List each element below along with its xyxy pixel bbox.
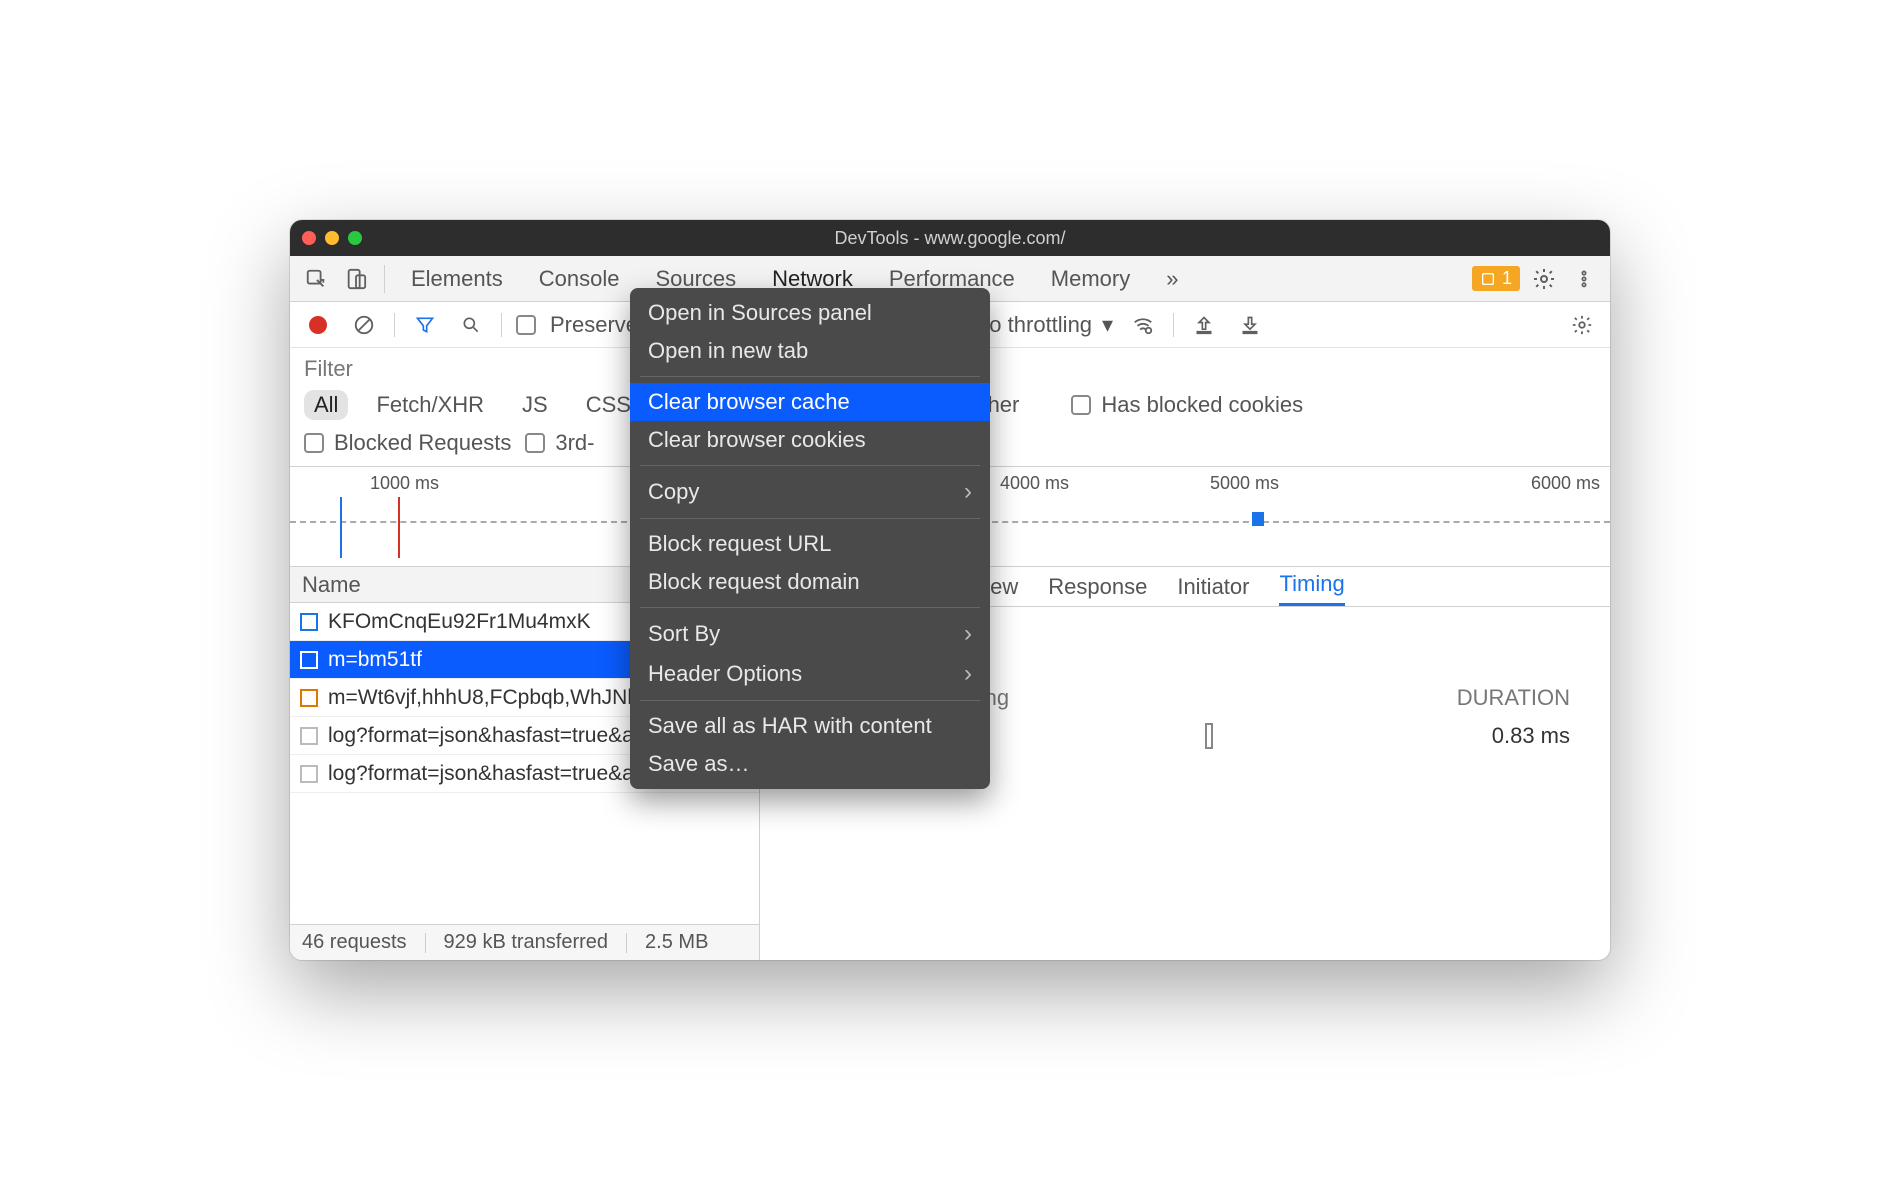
third-party-checkbox[interactable]: [525, 433, 545, 453]
request-name: m=bm51tf: [328, 648, 422, 672]
ctx-open-sources[interactable]: Open in Sources panel: [630, 294, 990, 332]
has-blocked-cookies-checkbox[interactable]: [1071, 395, 1091, 415]
file-icon: [300, 727, 318, 745]
duration-label: DURATION: [1457, 685, 1570, 711]
window-title: DevTools - www.google.com/: [290, 228, 1610, 249]
queueing-bar-icon: [1205, 723, 1213, 749]
search-icon[interactable]: [455, 309, 487, 341]
status-requests: 46 requests: [302, 931, 407, 954]
warning-count: 1: [1502, 268, 1512, 289]
throttling-label: No throttling: [973, 312, 1092, 338]
filter-funnel-icon[interactable]: [409, 309, 441, 341]
tab-elements[interactable]: Elements: [397, 266, 517, 292]
tabs-overflow[interactable]: »: [1152, 266, 1192, 292]
chevron-right-icon: [964, 620, 972, 648]
status-resources: 2.5 MB: [645, 931, 708, 954]
file-icon: [300, 765, 318, 783]
ctx-header-options[interactable]: Header Options: [630, 654, 990, 694]
type-all[interactable]: All: [304, 390, 348, 420]
tab-memory[interactable]: Memory: [1037, 266, 1144, 292]
network-conditions-icon[interactable]: [1127, 309, 1159, 341]
ctx-save-har[interactable]: Save all as HAR with content: [630, 707, 990, 745]
queueing-value: 0.83 ms: [1492, 723, 1570, 749]
preserve-log-checkbox[interactable]: [516, 315, 536, 335]
file-icon: [300, 651, 318, 669]
ctx-open-new-tab[interactable]: Open in new tab: [630, 332, 990, 370]
blocked-requests-checkbox[interactable]: [304, 433, 324, 453]
detail-tab-timing[interactable]: Timing: [1279, 571, 1344, 606]
throttling-dropdown[interactable]: No throttling ▾: [973, 312, 1113, 338]
context-menu: Open in Sources panel Open in new tab Cl…: [630, 288, 990, 789]
type-fetch-xhr[interactable]: Fetch/XHR: [366, 390, 494, 420]
ctx-copy[interactable]: Copy: [630, 472, 990, 512]
settings-gear-icon[interactable]: [1528, 263, 1560, 295]
detail-tab-response[interactable]: Response: [1048, 574, 1147, 606]
type-js[interactable]: JS: [512, 390, 558, 420]
status-transferred: 929 kB transferred: [444, 931, 609, 954]
record-button[interactable]: [302, 309, 334, 341]
timeline-tick: 1000 ms: [370, 473, 439, 494]
warning-badge[interactable]: 1: [1472, 266, 1520, 291]
ctx-save-as[interactable]: Save as…: [630, 745, 990, 783]
titlebar: DevTools - www.google.com/: [290, 220, 1610, 256]
chevron-down-icon: ▾: [1102, 312, 1113, 338]
ctx-block-domain[interactable]: Block request domain: [630, 563, 990, 601]
ctx-sort-by[interactable]: Sort By: [630, 614, 990, 654]
tab-console[interactable]: Console: [525, 266, 634, 292]
upload-har-icon[interactable]: [1188, 309, 1220, 341]
clear-icon[interactable]: [348, 309, 380, 341]
filter-input[interactable]: Filter: [304, 356, 353, 381]
request-name: KFOmCnqEu92Fr1Mu4mxK: [328, 610, 591, 634]
more-menu-icon[interactable]: [1568, 263, 1600, 295]
blocked-requests-label: Blocked Requests: [334, 430, 511, 456]
detail-tab-initiator[interactable]: Initiator: [1177, 574, 1249, 606]
timeline-tick: 5000 ms: [1210, 473, 1279, 494]
inspect-element-icon[interactable]: [300, 263, 332, 295]
timeline-tick: 6000 ms: [1531, 473, 1600, 494]
request-name: m=Wt6vjf,hhhU8,FCpbqb,WhJNk: [328, 686, 638, 710]
chevron-right-icon: [964, 478, 972, 506]
file-icon: [300, 613, 318, 631]
ctx-clear-cookies[interactable]: Clear browser cookies: [630, 421, 990, 459]
panel-settings-gear-icon[interactable]: [1566, 309, 1598, 341]
third-party-label: 3rd-: [555, 430, 594, 456]
ctx-clear-cache[interactable]: Clear browser cache: [630, 383, 990, 421]
ctx-block-url[interactable]: Block request URL: [630, 525, 990, 563]
file-icon: [300, 689, 318, 707]
has-blocked-cookies-label: Has blocked cookies: [1101, 392, 1303, 418]
device-toolbar-icon[interactable]: [340, 263, 372, 295]
timeline-tick: 4000 ms: [1000, 473, 1069, 494]
chevron-right-icon: [964, 660, 972, 688]
status-bar: 46 requests 929 kB transferred 2.5 MB: [290, 924, 759, 960]
download-har-icon[interactable]: [1234, 309, 1266, 341]
